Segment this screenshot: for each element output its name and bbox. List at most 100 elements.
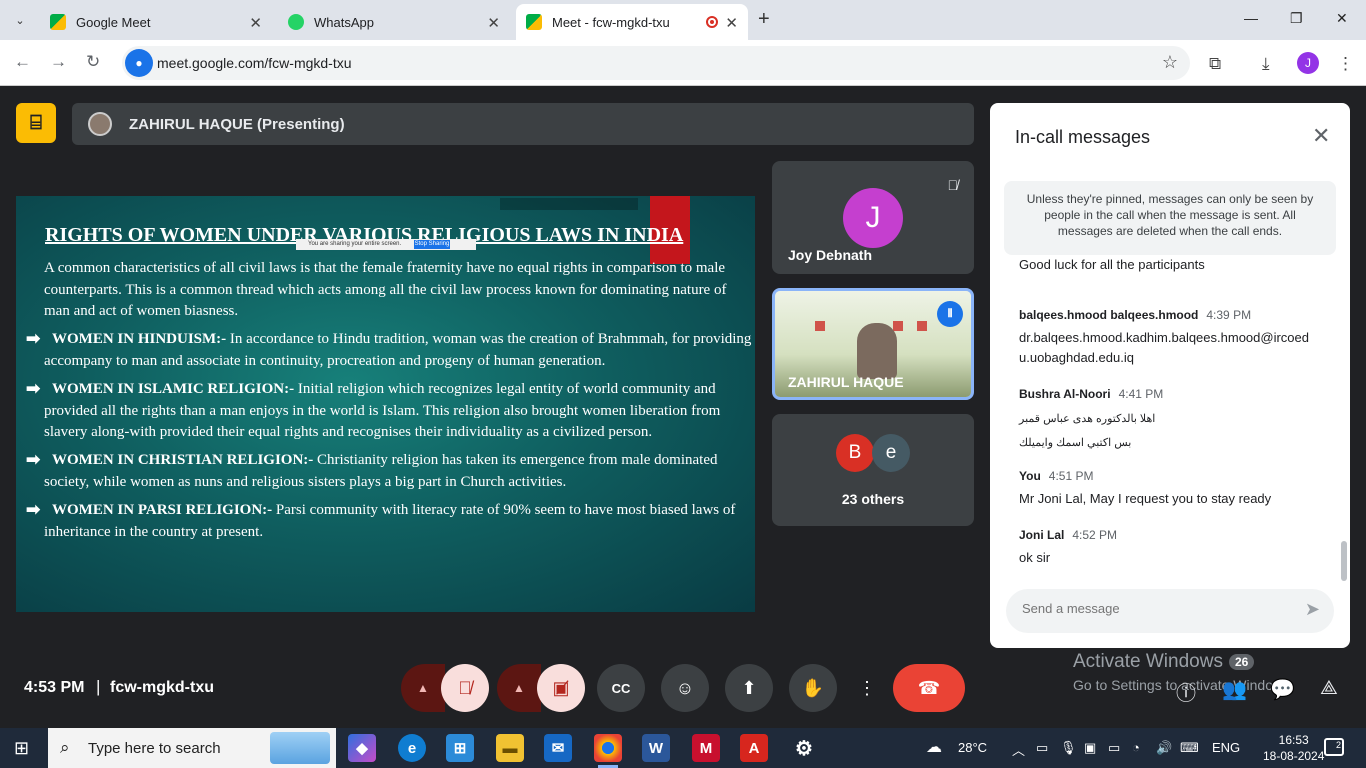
store-app-icon[interactable]: ⊞ [446, 734, 474, 762]
tab-meet-active[interactable]: Meet - fcw-mgkd-txu ✕ [516, 4, 748, 40]
windows-taskbar: ⊞ ⌕ Type here to search ◆ e ⊞ ▬ ✉ W M A … [0, 728, 1366, 768]
chat-message-list[interactable]: Good luck for all the participants balqe… [990, 255, 1350, 585]
tab-label: Meet - fcw-mgkd-txu [552, 14, 670, 30]
meet-tray-icon[interactable]: ▭ [1036, 740, 1048, 756]
tray-chevron-up-icon[interactable]: ︿ [1012, 740, 1025, 759]
input-language[interactable]: ENG [1212, 740, 1240, 755]
meeting-details-icon[interactable]: ⌸ [16, 103, 56, 143]
weather-temperature[interactable]: 28°C [958, 740, 987, 755]
close-chat-icon[interactable]: ✕ [1312, 123, 1330, 149]
download-icon[interactable]: ⤓ [1262, 54, 1270, 74]
taskbar-search-placeholder[interactable]: Type here to search [88, 740, 221, 757]
profile-avatar[interactable]: J [1297, 52, 1319, 74]
tab-close-icon[interactable]: ✕ [725, 14, 738, 32]
kebab-menu-icon[interactable]: ⋮ [1337, 54, 1354, 74]
copilot-app-icon[interactable]: ◆ [348, 734, 376, 762]
leave-call-button[interactable]: ☎ [893, 664, 965, 712]
message-sender: balqees.hmood balqees.hmood [1019, 308, 1199, 322]
acrobat-app-icon[interactable]: A [740, 734, 768, 762]
chat-icon[interactable]: 💬 [1270, 677, 1295, 702]
background-window [815, 321, 825, 331]
message-text: ok sir [1019, 550, 1051, 565]
send-message-input[interactable] [1022, 601, 1282, 616]
send-icon[interactable]: ➤ [1305, 599, 1320, 620]
battery-icon[interactable]: ▭ [1108, 740, 1120, 756]
mail-app-icon[interactable]: ✉ [544, 734, 572, 762]
tab-close-icon[interactable]: ✕ [249, 14, 262, 32]
message-text: بس اكتبي اسمك وايميلك [1019, 437, 1132, 449]
chrome-app-icon[interactable] [594, 734, 622, 768]
omnibox[interactable]: ● meet.google.com/fcw-mgkd-txu ☆ [122, 46, 1190, 80]
participant-count-label: 23 others [841, 491, 905, 507]
forward-arrow-icon[interactable]: → [50, 52, 67, 72]
message-text: Mr Joni Lal, May I request you to stay r… [1019, 491, 1272, 506]
reload-icon[interactable]: ↻ [86, 52, 100, 72]
word-app-icon[interactable]: W [642, 734, 670, 762]
wifi-icon[interactable]: ◔ [1132, 740, 1140, 755]
people-icon[interactable]: 👥 [1222, 677, 1247, 702]
settings-gear-icon[interactable]: ⚙ [790, 734, 818, 762]
tab-search-button[interactable]: ⌄ [8, 8, 32, 32]
tab-close-icon[interactable]: ✕ [487, 14, 500, 32]
activities-icon[interactable]: ⟁ [1320, 677, 1338, 700]
message-sender: Joni Lal [1019, 528, 1065, 542]
chat-message: You 4:51 PM Mr Joni Lal, May I request yo… [1019, 469, 1319, 509]
mcafee-app-icon[interactable]: M [692, 734, 720, 762]
message-time: 4:39 PM [1206, 308, 1252, 322]
file-explorer-icon[interactable]: ▬ [496, 734, 524, 762]
participant-tile-others[interactable]: B e 23 others [772, 414, 974, 526]
tab-whatsapp[interactable]: WhatsApp ✕ [278, 4, 510, 40]
taskbar-search[interactable]: ⌕ Type here to search [48, 728, 336, 768]
notifications-icon[interactable]: 2 [1324, 738, 1344, 756]
participant-count-badge: 26 [1228, 653, 1255, 670]
taskbar-clock[interactable]: 16:53 18-08-2024 [1263, 732, 1324, 764]
presenter-banner-text: ZAHIRUL HAQUE (Presenting) [129, 116, 345, 133]
captions-icon[interactable]: CC [597, 664, 645, 712]
keyboard-icon[interactable]: ⌨ [1180, 740, 1199, 756]
chat-scrollbar[interactable] [1341, 541, 1347, 581]
microphone-in-use-icon[interactable]: ● [125, 49, 153, 77]
participant-video-person [857, 323, 897, 379]
new-tab-plus-icon[interactable]: + [758, 8, 770, 31]
bookmark-star-icon[interactable]: ☆ [1162, 52, 1178, 73]
url-text[interactable]: meet.google.com/fcw-mgkd-txu [157, 55, 352, 71]
back-arrow-icon[interactable]: ← [14, 52, 31, 72]
extensions-puzzle-icon[interactable]: ⧉ [1209, 54, 1221, 74]
mic-off-button[interactable]: 🎙̸ [441, 664, 489, 712]
more-options-icon[interactable]: ⋮ [853, 664, 881, 712]
camera-off-button[interactable]: ▣̸ [537, 664, 585, 712]
video-options-chevron-icon[interactable]: ▲ [497, 664, 541, 712]
weather-icon[interactable]: ☁ [926, 737, 942, 757]
tab-google-meet[interactable]: Google Meet ✕ [40, 4, 272, 40]
stop-sharing-button[interactable]: Stop Sharing [414, 240, 450, 249]
chat-title: In-call messages [1015, 127, 1151, 147]
share-notice-text: You are sharing your entire screen. [308, 241, 402, 247]
search-highlight-image [270, 732, 330, 764]
info-icon[interactable]: ⓘ [1176, 677, 1196, 706]
camera-tray-icon[interactable]: ▣ [1084, 740, 1096, 756]
audio-options-chevron-icon[interactable]: ▲ [401, 664, 445, 712]
microphone-tray-icon[interactable]: 🎙 [1060, 740, 1077, 756]
participant-tile-joy[interactable]: J 🎙̸ Joy Debnath [772, 161, 974, 274]
participant-tile-zahirul[interactable]: ⫴ ZAHIRUL HAQUE [772, 288, 974, 400]
edge-app-icon[interactable]: e [398, 734, 426, 762]
message-sender: Bushra Al-Noori [1019, 387, 1111, 401]
present-screen-icon[interactable]: ⬆ [725, 664, 773, 712]
tab-label: Google Meet [76, 14, 151, 30]
minimize-icon[interactable]: — [1244, 10, 1258, 26]
emoji-icon[interactable]: ☺ [661, 664, 709, 712]
volume-icon[interactable]: 🔊 [1156, 740, 1172, 756]
message-sender: You [1019, 469, 1041, 483]
close-window-icon[interactable]: ✕ [1336, 10, 1348, 27]
meeting-code: fcw-mgkd-txu [110, 679, 214, 696]
browser-tab-bar: ⌄ Google Meet ✕ WhatsApp ✕ Meet - fcw-mg… [0, 0, 1366, 40]
message-text: dr.balqees.hmood.kadhim.balqees.hmood@ir… [1019, 330, 1309, 365]
clock-date: 18-08-2024 [1263, 749, 1325, 763]
windows-start-icon[interactable]: ⊞ [14, 738, 29, 759]
restore-icon[interactable]: ❐ [1290, 10, 1303, 27]
raise-hand-icon[interactable]: ✋ [789, 664, 837, 712]
clock-time: 16:53 [1278, 733, 1309, 747]
address-toolbar: ← → ↻ ● meet.google.com/fcw-mgkd-txu ☆ ⧉… [0, 40, 1366, 86]
chat-notice: Unless they're pinned, messages can only… [1004, 181, 1336, 255]
chat-message: Joni Lal 4:52 PM ok sir [1019, 528, 1319, 568]
